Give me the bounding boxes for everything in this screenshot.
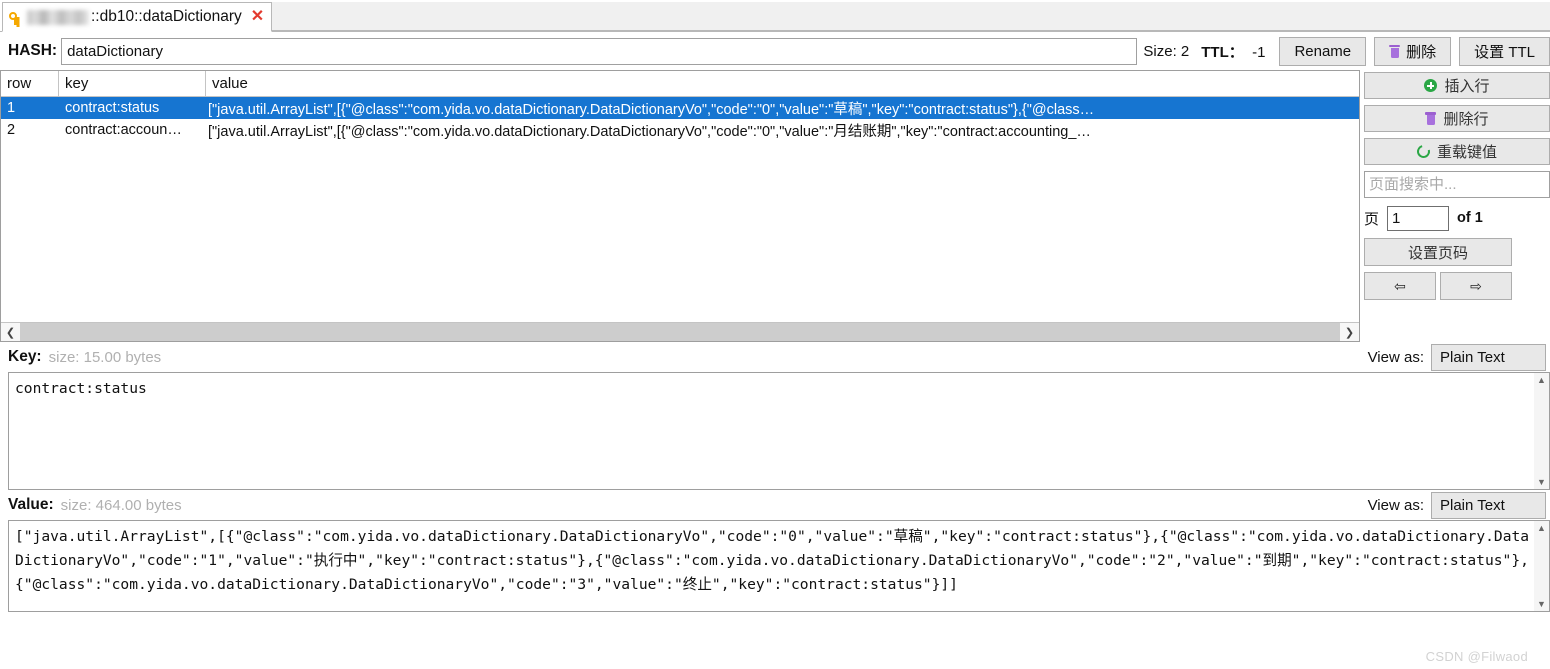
value-pane-header: Value: size: 464.00 bytes View as: Plain…: [0, 490, 1550, 520]
set-ttl-button[interactable]: 设置 TTL: [1459, 36, 1550, 66]
hash-table: row key value 1 contract:status ["java.u…: [0, 70, 1360, 342]
column-header-key[interactable]: key: [59, 71, 206, 96]
key-view-as-label: View as:: [1367, 348, 1424, 366]
page-label: 页: [1364, 210, 1380, 228]
page-total-label: of 1: [1457, 210, 1483, 226]
tab-bar: ::db10::dataDictionary ✕: [0, 0, 1550, 32]
close-icon[interactable]: ✕: [251, 9, 264, 25]
scroll-up-icon[interactable]: ▲: [1537, 523, 1546, 533]
delete-row-label: 删除行: [1443, 111, 1489, 128]
tab-title: ::db10::dataDictionary: [91, 8, 242, 25]
set-page-button[interactable]: 设置页码: [1364, 238, 1512, 266]
ttl-indicator: TTL： -1: [1195, 41, 1271, 62]
insert-row-button[interactable]: 插入行: [1364, 72, 1550, 99]
next-page-button[interactable]: ⇨: [1440, 272, 1512, 300]
value-pane-label: Value:: [8, 496, 54, 513]
table-row[interactable]: 1 contract:status ["java.util.ArrayList"…: [1, 97, 1359, 119]
previous-page-button[interactable]: ⇦: [1364, 272, 1436, 300]
reload-icon: [1414, 142, 1433, 161]
cell-value: ["java.util.ArrayList",[{"@class":"com.y…: [208, 123, 1091, 140]
key-name-input[interactable]: [61, 37, 1138, 65]
redis-client-window: ::db10::dataDictionary ✕ HASH: Size: 2 T…: [0, 0, 1550, 669]
page-search-input[interactable]: [1364, 171, 1550, 198]
value-view-as-label: View as:: [1367, 496, 1424, 514]
tab-datadictionary[interactable]: ::db10::dataDictionary ✕: [2, 2, 273, 32]
cell-key: contract:status: [65, 100, 160, 116]
rename-button[interactable]: Rename: [1279, 36, 1367, 66]
row-actions-sidebar: 插入行 删除行 重载键值 页 of 1 设置页码 ⇦ ⇨: [1360, 70, 1550, 342]
hash-type-label: HASH:: [8, 42, 58, 59]
key-editor-scrollbar[interactable]: ▲ ▼: [1534, 373, 1549, 489]
key-icon: [9, 10, 24, 25]
trash-icon: [1389, 44, 1401, 58]
value-editor-scrollbar[interactable]: ▲ ▼: [1534, 521, 1549, 611]
page-number-input[interactable]: [1387, 205, 1450, 231]
trash-icon: [1425, 112, 1437, 125]
key-editor-content[interactable]: contract:status: [9, 373, 1534, 489]
value-view-as-select[interactable]: Plain Text: [1431, 491, 1546, 519]
cell-key: contract:accoun…: [65, 122, 182, 138]
scroll-down-icon[interactable]: ▼: [1537, 477, 1546, 487]
key-pane-header: Key: size: 15.00 bytes View as: Plain Te…: [0, 342, 1550, 372]
value-size-label: size: 464.00 bytes: [60, 496, 182, 514]
reload-value-label: 重载键值: [1436, 144, 1497, 161]
insert-row-label: 插入行: [1444, 78, 1490, 95]
key-editor[interactable]: contract:status ▲ ▼: [8, 372, 1550, 490]
redacted-host-label: [27, 9, 89, 25]
table-header-row: row key value: [1, 71, 1359, 97]
page-nav-buttons: ⇦ ⇨: [1364, 272, 1550, 300]
hash-content-area: row key value 1 contract:status ["java.u…: [0, 70, 1550, 342]
scroll-right-icon[interactable]: ❯: [1340, 323, 1359, 341]
reload-value-button[interactable]: 重载键值: [1364, 138, 1550, 165]
table-row[interactable]: 2 contract:accoun… ["java.util.ArrayList…: [1, 119, 1359, 141]
key-size-label: size: 15.00 bytes: [48, 348, 162, 366]
size-indicator: Size: 2: [1143, 42, 1190, 60]
delete-row-button[interactable]: 删除行: [1364, 105, 1550, 132]
tab-bar-empty-area: [272, 2, 1550, 31]
key-view-as-select[interactable]: Plain Text: [1431, 343, 1546, 371]
ttl-label: TTL：: [1201, 43, 1244, 61]
cell-row-number: 2: [7, 122, 16, 138]
key-toolbar: HASH: Size: 2 TTL： -1 Rename 删除 设置 TTL: [0, 32, 1550, 70]
value-editor[interactable]: ["java.util.ArrayList",[{"@class":"com.y…: [8, 520, 1550, 612]
plus-circle-icon: [1424, 79, 1438, 92]
scroll-left-icon[interactable]: ❮: [1, 323, 20, 341]
cell-row-number: 1: [7, 100, 16, 116]
value-editor-content[interactable]: ["java.util.ArrayList",[{"@class":"com.y…: [9, 521, 1534, 611]
scroll-thumb[interactable]: [20, 323, 1340, 341]
table-horizontal-scrollbar[interactable]: ❮ ❯: [1, 322, 1359, 341]
watermark: CSDN @Filwaod: [1425, 649, 1528, 664]
scroll-up-icon[interactable]: ▲: [1537, 375, 1546, 385]
ttl-value: -1: [1252, 43, 1266, 61]
scroll-down-icon[interactable]: ▼: [1537, 599, 1546, 609]
delete-key-label: 删除: [1406, 43, 1437, 61]
key-pane-label: Key:: [8, 348, 42, 365]
delete-key-button[interactable]: 删除: [1374, 36, 1452, 66]
column-header-value[interactable]: value: [206, 71, 1359, 96]
cell-value: ["java.util.ArrayList",[{"@class":"com.y…: [208, 101, 1095, 118]
column-header-row[interactable]: row: [1, 71, 59, 96]
table-body: 1 contract:status ["java.util.ArrayList"…: [1, 97, 1359, 322]
pagination-row: 页 of 1: [1364, 204, 1550, 232]
